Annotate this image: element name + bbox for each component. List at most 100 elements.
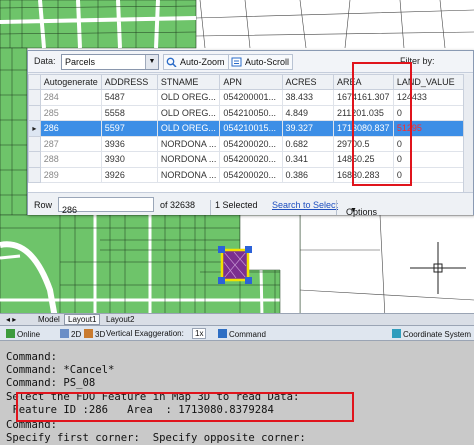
online-status[interactable]: Online [6,329,40,339]
command-line-window[interactable]: Command: Command: *Cancel* Command: PS_0… [0,341,474,445]
table-cell[interactable]: 16830.283 [332,166,394,183]
table-cell[interactable]: NORDONA ... [156,151,221,168]
application-statusbar: Online 2D 3D Vertical Exaggeration: 1x C… [0,325,474,341]
table-cell[interactable]: NORDONA ... [156,166,221,183]
table-cell[interactable]: 288 [39,151,102,168]
table-cell[interactable]: 054200020... [219,166,283,183]
table-cell[interactable]: 287 [39,135,102,152]
table-cell[interactable]: 38.433 [281,89,334,106]
command-button[interactable]: Command [218,329,266,339]
table-row[interactable]: 284 5487 OLD OREG... 054200001... 38.433… [28,89,473,106]
record-count: of 32638 [160,200,196,210]
table-cell[interactable]: 1674161.307 [332,89,394,106]
table-cell[interactable]: 0.682 [281,135,334,152]
row-number-input[interactable]: 286 [58,197,154,215]
nav-arrows-icon[interactable]: ◂ ▸ [6,315,16,324]
table-cell[interactable]: 286 [39,120,102,137]
attribute-grid[interactable]: Autogenerate ADDRESS STNAME APN ACRES AR… [28,74,473,192]
column-header[interactable]: Autogenerate [39,74,102,90]
table-cell[interactable]: 054200020... [219,151,283,168]
command-output-prompt: Select the FDO Feature in Map 3D to read… [6,391,300,403]
table-cell[interactable]: 124433 [392,89,473,106]
table-cell[interactable]: 0 [392,166,473,183]
table-cell[interactable]: NORDONA ... [156,135,221,152]
selected-parcel[interactable] [218,246,252,284]
search-to-select-link[interactable]: Search to Select [272,200,338,210]
column-header[interactable]: LAND_VALUE [392,74,473,90]
column-header[interactable]: ACRES [281,74,334,90]
command-history-line: Command: [6,351,58,363]
row-selector[interactable] [28,151,41,168]
table-row[interactable]: 285 5558 OLD OREG... 054210050... 4.849 … [28,104,473,121]
table-cell[interactable]: 5597 [100,120,158,137]
table-cell[interactable]: 0.386 [281,166,334,183]
table-cell[interactable]: 4.849 [281,104,334,121]
table-cell[interactable]: OLD OREG... [156,89,221,106]
table-cell[interactable]: 284 [39,89,102,106]
table-cell[interactable]: 289 [39,166,102,183]
table-row-selected[interactable]: ▸ 286 5597 OLD OREG... 054210015... 39.3… [28,120,473,137]
data-source-select[interactable]: Parcels ▼ [61,54,159,70]
layout-tabs-bar: ◂ ▸ Model Layout1 Layout2 [0,313,474,325]
vertical-exaggeration-select[interactable]: 1x [192,328,207,339]
globe-icon [392,329,401,338]
auto-scroll-button[interactable]: Auto-Scroll [228,54,294,70]
table-cell[interactable]: 054200020... [219,135,283,152]
crosshair-cursor-icon [410,242,466,294]
data-table-statusbar: Row 286 of 32638 1 Selected Search to Se… [28,192,473,217]
table-cell[interactable]: 3936 [100,135,158,152]
table-cell[interactable]: 054210050... [219,104,283,121]
view-2d-button[interactable]: 2D [60,329,81,339]
command-prompt-line: Specify first corner: Specify opposite c… [6,432,306,444]
row-selector[interactable] [28,89,41,106]
command-output-result: Feature ID :286 Area : 1713080.8379284 [6,404,274,416]
table-cell[interactable]: 0.341 [281,151,334,168]
scroll-icon [231,57,242,67]
table-row[interactable]: 289 3926 NORDONA ... 054200020... 0.386 … [28,166,473,183]
row-selector[interactable]: ▸ [28,120,41,137]
row-selector[interactable] [28,166,41,183]
command-history-line: Command: [6,419,58,431]
column-header[interactable]: AREA [332,74,394,90]
online-icon [6,329,15,338]
table-cell[interactable]: 285 [39,104,102,121]
row-selector[interactable] [28,104,41,121]
column-header[interactable]: APN [219,74,283,90]
table-cell[interactable]: 3930 [100,151,158,168]
vertical-scrollbar[interactable] [463,74,473,192]
row-label: Row [34,200,53,210]
table-cell[interactable]: 39.327 [281,120,334,137]
table-cell[interactable]: 3926 [100,166,158,183]
zoom-icon [166,57,177,67]
coordinate-system-button[interactable]: Coordinate System [392,329,471,339]
separator [336,200,337,215]
table-cell[interactable]: 29700.5 [332,135,394,152]
table-cell[interactable]: 054200001... [219,89,283,106]
auto-zoom-button[interactable]: Auto-Zoom [163,54,229,70]
table-cell[interactable]: 054210015... [219,120,283,137]
table-cell[interactable]: 5558 [100,104,158,121]
table-row[interactable]: 288 3930 NORDONA ... 054200020... 0.341 … [28,151,473,168]
column-header[interactable]: STNAME [156,74,221,90]
table-cell[interactable]: 0 [392,151,473,168]
view-3d-label: 3D [95,330,106,339]
column-header[interactable]: ADDRESS [100,74,158,90]
table-cell[interactable]: 51295 [392,120,473,137]
table-cell[interactable]: 1713080.837 [332,120,394,137]
table-cell[interactable]: 0 [392,104,473,121]
tab-layout1[interactable]: Layout1 [64,314,101,325]
chevron-down-icon[interactable]: ▼ [145,55,158,69]
view-3d-icon [84,329,93,338]
table-cell[interactable]: OLD OREG... [156,120,221,137]
data-table-window[interactable]: Data: Parcels ▼ Auto-Zoom Auto-Scroll Fi… [27,50,474,217]
table-cell[interactable]: 211201.035 [332,104,394,121]
table-cell[interactable]: 14850.25 [332,151,394,168]
table-cell[interactable]: OLD OREG... [156,104,221,121]
row-selector[interactable] [28,135,41,152]
view-3d-button[interactable]: 3D [84,329,105,339]
table-cell[interactable]: 5487 [100,89,158,106]
table-cell[interactable]: 0 [392,135,473,152]
tab-layout2[interactable]: Layout2 [106,315,134,324]
table-row[interactable]: 287 3936 NORDONA ... 054200020... 0.682 … [28,135,473,152]
tab-model[interactable]: Model [38,315,60,324]
